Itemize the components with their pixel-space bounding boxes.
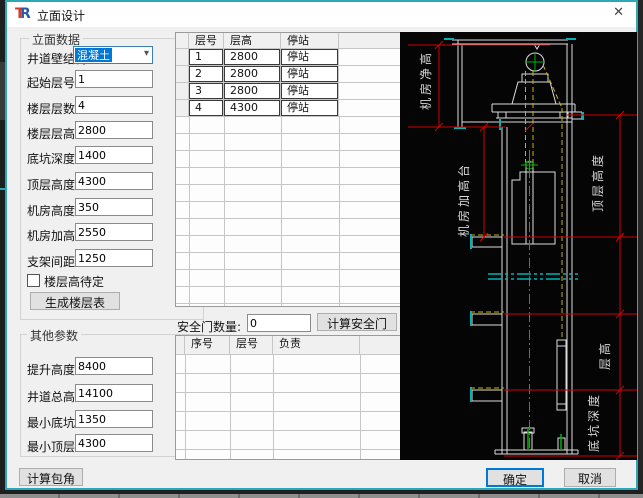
cell-floor-height[interactable]: 4300: [224, 100, 280, 116]
elevator-elevation-drawing: 机房净高 机房加高台 顶层高度 层高 底坑深度: [400, 32, 637, 460]
field-label-pit-depth: 底坑深度:: [27, 150, 79, 167]
label-pit-depth: 底坑深度: [586, 392, 601, 452]
col-header-floor-height: 层高: [224, 33, 281, 48]
calc-wrap-angle-button[interactable]: 计算包角: [19, 468, 83, 486]
floor-height-input[interactable]: [75, 121, 153, 139]
col-header-extra: [339, 33, 404, 48]
floor-table[interactable]: 层号 层高 停站 1 2800 停站 2 2800 停站 3: [175, 32, 405, 307]
table-row[interactable]: 1 2800 停站: [176, 49, 404, 66]
travel-height-input[interactable]: [75, 357, 153, 375]
min-top-floor-input[interactable]: [75, 434, 153, 452]
bracket-spacing-input[interactable]: [75, 249, 153, 267]
drawing-labels: 机房净高 机房加高台 顶层高度 层高 底坑深度: [418, 50, 612, 452]
calc-safety-door-button[interactable]: 计算安全门: [317, 313, 397, 331]
start-floor-input[interactable]: [75, 70, 153, 88]
cell-stop[interactable]: 停站: [281, 83, 338, 99]
label-top-floor-height: 顶层高度: [590, 152, 605, 212]
cell-floor-height[interactable]: 2800: [224, 66, 280, 82]
cad-preview-panel: 机房净高 机房加高台 顶层高度 层高 底坑深度: [400, 32, 637, 460]
floor-height-tbd-label: 楼层高待定: [44, 273, 104, 290]
col-header-duty: 负责: [273, 336, 360, 354]
cancel-button[interactable]: 取消: [564, 468, 616, 487]
screen: TR 立面设计 ✕ 立面数据 井道壁结构: 混凝土 ▾ 起始层号: 楼层层数: …: [0, 0, 643, 498]
empty-table-rows: [176, 355, 408, 459]
row-header: [176, 66, 189, 83]
titlebar: TR 立面设计 ✕: [7, 2, 636, 27]
field-label-top-floor-height: 顶层高度:: [27, 176, 79, 193]
generate-floor-table-button[interactable]: 生成楼层表: [30, 292, 120, 310]
app-icon: TR: [15, 6, 33, 22]
field-label-shaft-total-height: 井道总高:: [27, 388, 79, 405]
safety-door-count-input[interactable]: [247, 314, 311, 332]
close-icon[interactable]: ✕: [613, 5, 624, 20]
cell-floor-no[interactable]: 1: [189, 49, 223, 65]
field-label-min-top-floor: 最小顶层:: [27, 438, 79, 455]
cell-floor-height[interactable]: 2800: [224, 83, 280, 99]
app-background-bottom: [0, 490, 643, 498]
cell-floor-no[interactable]: 2: [189, 66, 223, 82]
pit-depth-input[interactable]: [75, 146, 153, 164]
safety-table-header: 序号 层号 负责: [176, 336, 408, 355]
label-machine-room-clear-height: 机房净高: [418, 50, 433, 110]
empty-table-rows: [176, 117, 404, 306]
safety-door-count-label: 安全门数量:: [177, 318, 241, 335]
cell-floor-no[interactable]: 3: [189, 83, 223, 99]
floor-count-input[interactable]: [75, 96, 153, 114]
row-header: [176, 49, 189, 66]
field-label-bracket-spacing: 支架间距:: [27, 253, 79, 270]
field-label-machine-room-height: 机房高度:: [27, 202, 79, 219]
label-machine-room-raise-platform: 机房加高台: [456, 162, 471, 237]
table-row[interactable]: 4 4300 停站: [176, 100, 404, 117]
table-row[interactable]: 3 2800 停站: [176, 83, 404, 100]
col-header-floor-no: 层号: [230, 336, 273, 354]
row-header: [176, 83, 189, 100]
table-corner-cell: [176, 33, 189, 48]
field-label-machine-room-raise: 机房加高:: [27, 227, 79, 244]
field-label-floor-count: 楼层层数:: [27, 100, 79, 117]
cell-floor-no[interactable]: 4: [189, 100, 223, 116]
table-row[interactable]: 2 2800 停站: [176, 66, 404, 83]
dialog-title: 立面设计: [37, 7, 85, 24]
table-corner-cell: [176, 336, 185, 354]
ok-button[interactable]: 确定: [486, 468, 544, 487]
cell-floor-height[interactable]: 2800: [224, 49, 280, 65]
min-pit-input[interactable]: [75, 410, 153, 428]
top-floor-height-input[interactable]: [75, 172, 153, 190]
cell-stop[interactable]: 停站: [281, 66, 338, 82]
background-ruler: [0, 494, 643, 498]
field-label-min-pit: 最小底坑:: [27, 414, 79, 431]
floor-height-tbd-checkbox[interactable]: [27, 274, 40, 287]
machine-room-raise-input[interactable]: [75, 223, 153, 241]
field-label-floor-height: 楼层层高:: [27, 125, 79, 142]
safety-door-table[interactable]: 序号 层号 负责: [175, 335, 409, 460]
row-header: [176, 100, 189, 117]
dialog-elevation-design: TR 立面设计 ✕ 立面数据 井道壁结构: 混凝土 ▾ 起始层号: 楼层层数: …: [5, 0, 638, 490]
combo-selected-value: 混凝土: [75, 48, 112, 62]
floor-table-header: 层号 层高 停站: [176, 33, 404, 49]
machine-room-height-input[interactable]: [75, 198, 153, 216]
cell-stop[interactable]: 停站: [281, 100, 338, 116]
counterweight: [557, 340, 566, 410]
field-label-travel-height: 提升高度:: [27, 361, 79, 378]
group-other-params-title: 其他参数: [27, 327, 81, 344]
col-header-floor-no: 层号: [189, 33, 224, 48]
col-header-stop: 停站: [281, 33, 339, 48]
shaft-total-height-input[interactable]: [75, 384, 153, 402]
label-floor-height: 层高: [597, 340, 612, 370]
field-label-start-floor: 起始层号:: [27, 74, 79, 91]
chevron-down-icon: ▾: [144, 48, 149, 59]
shaft-wall-structure-select[interactable]: 混凝土 ▾: [73, 46, 153, 64]
col-header-seq-no: 序号: [185, 336, 230, 354]
cell-stop[interactable]: 停站: [281, 49, 338, 65]
